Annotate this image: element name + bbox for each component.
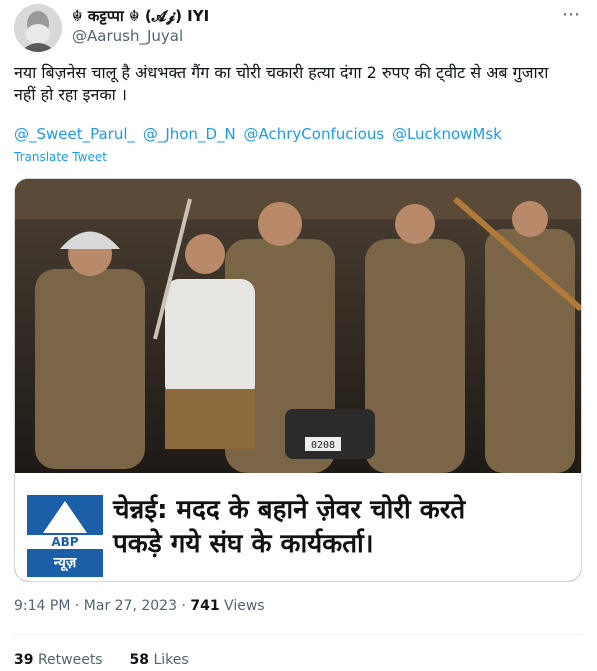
- plate-text: 0208: [311, 440, 335, 451]
- views-count: 741: [190, 598, 220, 614]
- tweet-text: नया बिज़नेस चालू है अंधभक्त गैंग का चोरी…: [14, 63, 549, 104]
- tweet-time[interactable]: 9:14 PM: [14, 598, 70, 614]
- likes-count: 58: [129, 652, 149, 668]
- abp-logo-text: ABP: [27, 535, 103, 549]
- divider: [14, 634, 583, 635]
- retweets-count: 39: [14, 652, 34, 668]
- abp-logo-subtext: न्यूज़: [53, 555, 77, 571]
- views-label: Views: [224, 598, 265, 614]
- tweet-date[interactable]: Mar 27, 2023: [84, 598, 177, 614]
- mention-link[interactable]: @LucknowMsk: [392, 125, 502, 143]
- meta-separator: ·: [74, 598, 84, 614]
- mention-link[interactable]: @_Sweet_Parul_: [14, 125, 135, 143]
- mentions-line: @_Sweet_Parul_ @_Jhon_D_N @AchryConfucio…: [14, 125, 505, 143]
- headline-line-2: पकड़े गये संघ के कार्यकर्ता।: [113, 529, 374, 559]
- news-headline: चेन्नई: मदद के बहाने ज़ेवर चोरी करते पकड…: [113, 493, 465, 561]
- news-caption-bar: ABP न्यूज़ चेन्नई: मदद के बहाने ज़ेवर चो…: [15, 473, 581, 581]
- avatar-portrait: [14, 4, 62, 52]
- abp-triangle-icon: [43, 501, 87, 533]
- mention-link[interactable]: @_Jhon_D_N: [143, 125, 236, 143]
- abp-logo: ABP न्यूज़: [25, 493, 105, 579]
- author-handle[interactable]: @Aarush_Juyal: [72, 27, 183, 45]
- tweet-media-image[interactable]: 0208 ABP न्यूज़ चेन्नई: मदद के बहाने ज़े…: [14, 178, 582, 582]
- retweets-link[interactable]: 39 Retweets: [14, 652, 107, 668]
- mention-link[interactable]: @AchryConfucious: [244, 125, 385, 143]
- likes-link[interactable]: 58 Likes: [130, 652, 189, 668]
- headline-line-1: चेन्नई: मदद के बहाने ज़ेवर चोरी करते: [113, 495, 466, 525]
- avatar[interactable]: [14, 4, 62, 52]
- author-display-name[interactable]: ☬ कट्टप्पा ☬ (𝓐𝓳) IYI: [72, 6, 209, 26]
- photo-scene: 0208: [15, 179, 581, 473]
- more-options-icon[interactable]: ⋯: [562, 4, 581, 25]
- retweets-label: Retweets: [37, 652, 103, 668]
- translate-tweet-link[interactable]: Translate Tweet: [14, 150, 107, 164]
- tweet-meta: 9:14 PM · Mar 27, 2023 · 741 Views: [14, 598, 265, 614]
- tweet-stats: 39 Retweets 58 Likes: [14, 652, 189, 668]
- likes-label: Likes: [153, 652, 189, 668]
